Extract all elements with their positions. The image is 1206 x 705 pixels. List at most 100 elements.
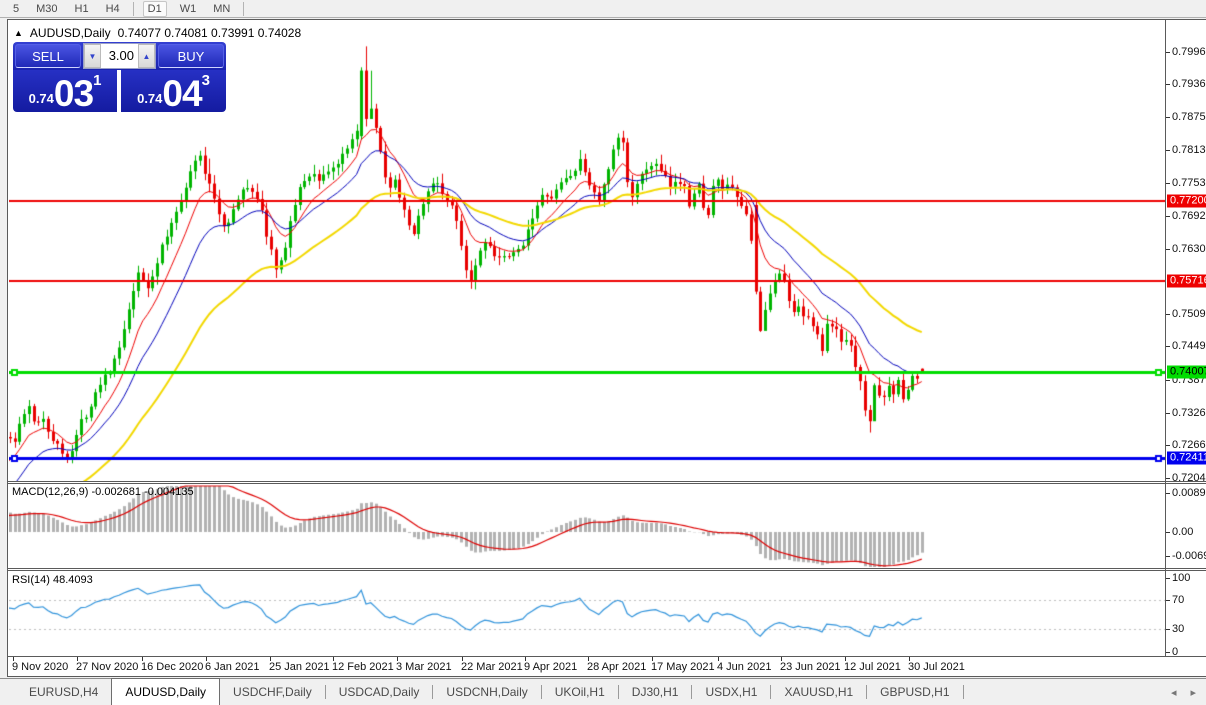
- volume-increase-button[interactable]: ▲: [138, 44, 155, 68]
- date-tick-mark: [718, 657, 719, 661]
- buy-price-small: 0.74: [137, 91, 163, 106]
- date-tick-label: 28 Apr 2021: [587, 661, 647, 673]
- rsi-tick-label: 100: [1172, 571, 1191, 584]
- tab-usdx-h1[interactable]: USDX,H1: [692, 679, 770, 705]
- date-tick-label: 30 Jul 2021: [908, 661, 965, 673]
- macd-label-row: MACD(12,26,9) -0.002681 -0.004135: [12, 486, 194, 498]
- date-tick-mark: [462, 657, 463, 661]
- sell-button[interactable]: SELL: [15, 44, 81, 68]
- collapse-triangle-icon[interactable]: ▲: [14, 28, 23, 38]
- date-tick-label: 23 Jun 2021: [780, 661, 841, 673]
- timeframe-button-w1[interactable]: W1: [176, 2, 201, 16]
- price-tick-mark: [1166, 314, 1170, 315]
- timeframe-button-mn[interactable]: MN: [209, 2, 234, 16]
- date-tick-mark: [206, 657, 207, 661]
- sep-macd-rsi-a: [8, 568, 1206, 569]
- tab-dj30-h1[interactable]: DJ30,H1: [619, 679, 692, 705]
- price-tick-mark: [1166, 183, 1170, 184]
- price-tick-mark: [1166, 478, 1170, 479]
- chart-window: ▲ AUDUSD,Daily 0.74077 0.74081 0.73991 0…: [0, 19, 1206, 678]
- date-tick-label: 16 Dec 2020: [141, 661, 204, 673]
- tab-ukoil-h1[interactable]: UKOil,H1: [542, 679, 618, 705]
- rsi-tick-label: 0: [1172, 645, 1179, 658]
- price-tick-label: 0.77535: [1172, 176, 1206, 189]
- macd-tick-mark: [1166, 556, 1170, 557]
- price-tick-label: 0.79965: [1172, 46, 1206, 58]
- chart-symbol-label: AUDUSD,Daily: [29, 26, 111, 40]
- price-tick-mark: [1166, 84, 1170, 85]
- tab-gbpusd-h1[interactable]: GBPUSD,H1: [867, 679, 962, 705]
- chart-title: ▲ AUDUSD,Daily 0.74077 0.74081 0.73991 0…: [14, 26, 301, 40]
- rsi-canvas[interactable]: [9, 572, 1165, 656]
- date-tick-label: 9 Nov 2020: [12, 661, 69, 673]
- price-level-tag: 0.72411: [1167, 451, 1206, 465]
- price-tick-label: 0.79365: [1172, 78, 1206, 91]
- timeframe-button-m30[interactable]: M30: [32, 2, 61, 16]
- price-tick-mark: [1166, 117, 1170, 118]
- price-tick-mark: [1166, 52, 1170, 53]
- buy-price-pip: 3: [201, 72, 210, 89]
- macd-tick-mark: [1166, 493, 1170, 494]
- tab-usdchf-daily[interactable]: USDCHF,Daily: [220, 679, 325, 705]
- date-tick-mark: [77, 657, 78, 661]
- date-tick-mark: [652, 657, 653, 661]
- tab-usdcad-daily[interactable]: USDCAD,Daily: [326, 679, 433, 705]
- timeframe-button-5[interactable]: 5: [9, 2, 23, 16]
- price-tick-mark: [1166, 150, 1170, 151]
- tab-usdcnh-daily[interactable]: USDCNH,Daily: [433, 679, 540, 705]
- volume-decrease-button[interactable]: ▼: [84, 44, 101, 68]
- frame-top: [8, 19, 1206, 20]
- macd-label: MACD(12,26,9): [12, 486, 89, 498]
- tab-eurusd-h4[interactable]: EURUSD,H4: [16, 679, 111, 705]
- chart-ohlc-values: 0.74077 0.74081 0.73991 0.74028: [117, 26, 302, 40]
- timeframe-button-h1[interactable]: H1: [71, 2, 93, 16]
- buy-button[interactable]: BUY: [158, 44, 224, 68]
- volume-input[interactable]: 3.00: [101, 44, 138, 68]
- price-tick-label: 0.72660: [1172, 438, 1206, 451]
- macd-signal-value: -0.004135: [144, 486, 194, 498]
- axis-divider: [1165, 19, 1166, 657]
- frame-left: [7, 19, 8, 677]
- rsi-tick-mark: [1166, 600, 1170, 601]
- price-tick-label: 0.76920: [1172, 209, 1206, 222]
- date-tick-label: 27 Nov 2020: [76, 661, 139, 673]
- rsi-tick-mark: [1166, 578, 1170, 579]
- timeframe-toolbar: 5 M30 H1 H4 D1 W1 MN: [0, 0, 1206, 18]
- rsi-tick-label: 30: [1172, 623, 1185, 636]
- macd-tick-label: -0.00697: [1172, 550, 1206, 562]
- sep-main-macd-a: [8, 481, 1206, 482]
- price-level-tag: 0.77200: [1167, 194, 1206, 208]
- macd-tick-label: 0.008903: [1172, 487, 1206, 499]
- date-tick-mark: [588, 657, 589, 661]
- date-tick-label: 4 Jun 2021: [717, 661, 772, 673]
- date-tick-label: 12 Jul 2021: [844, 661, 901, 673]
- tab-scroll-right-icon[interactable]: ▸: [1190, 686, 1196, 699]
- date-tick-mark: [909, 657, 910, 661]
- trade-panel-top: SELL ▼ 3.00 ▲ BUY: [13, 42, 226, 70]
- date-tick-label: 25 Jan 2021: [269, 661, 330, 673]
- rsi-tick-mark: [1166, 629, 1170, 630]
- sell-price-display[interactable]: 0.74 03 1: [13, 70, 117, 112]
- tab-scroll-left-icon[interactable]: ◂: [1171, 686, 1177, 699]
- rsi-label-row: RSI(14) 48.4093: [12, 574, 93, 586]
- rsi-value: 48.4093: [52, 574, 93, 586]
- price-tick-label: 0.78135: [1172, 144, 1206, 157]
- sell-price-big: 03: [53, 72, 94, 114]
- buy-price-big: 04: [162, 72, 202, 114]
- rsi-tick-label: 70: [1172, 593, 1185, 606]
- rsi-label: RSI(14): [12, 574, 50, 586]
- date-tick-label: 9 Apr 2021: [524, 661, 578, 673]
- timeframe-button-d1[interactable]: D1: [142, 0, 167, 17]
- price-tick-mark: [1166, 249, 1170, 250]
- date-tick-label: 3 Mar 2021: [396, 661, 452, 673]
- tab-audusd-daily[interactable]: AUDUSD,Daily: [111, 678, 221, 705]
- timeframe-button-h4[interactable]: H4: [102, 2, 124, 16]
- buy-price-display[interactable]: 0.74 04 3: [121, 70, 226, 112]
- volume-stepper: ▼ 3.00 ▲: [83, 43, 156, 69]
- tab-xauusd-h1[interactable]: XAUUSD,H1: [771, 679, 866, 705]
- rsi-tick-mark: [1166, 652, 1170, 653]
- date-tick-mark: [142, 657, 143, 661]
- price-tick-label: 0.76305: [1172, 242, 1206, 255]
- price-tick-mark: [1166, 413, 1170, 414]
- macd-tick-mark: [1166, 532, 1170, 533]
